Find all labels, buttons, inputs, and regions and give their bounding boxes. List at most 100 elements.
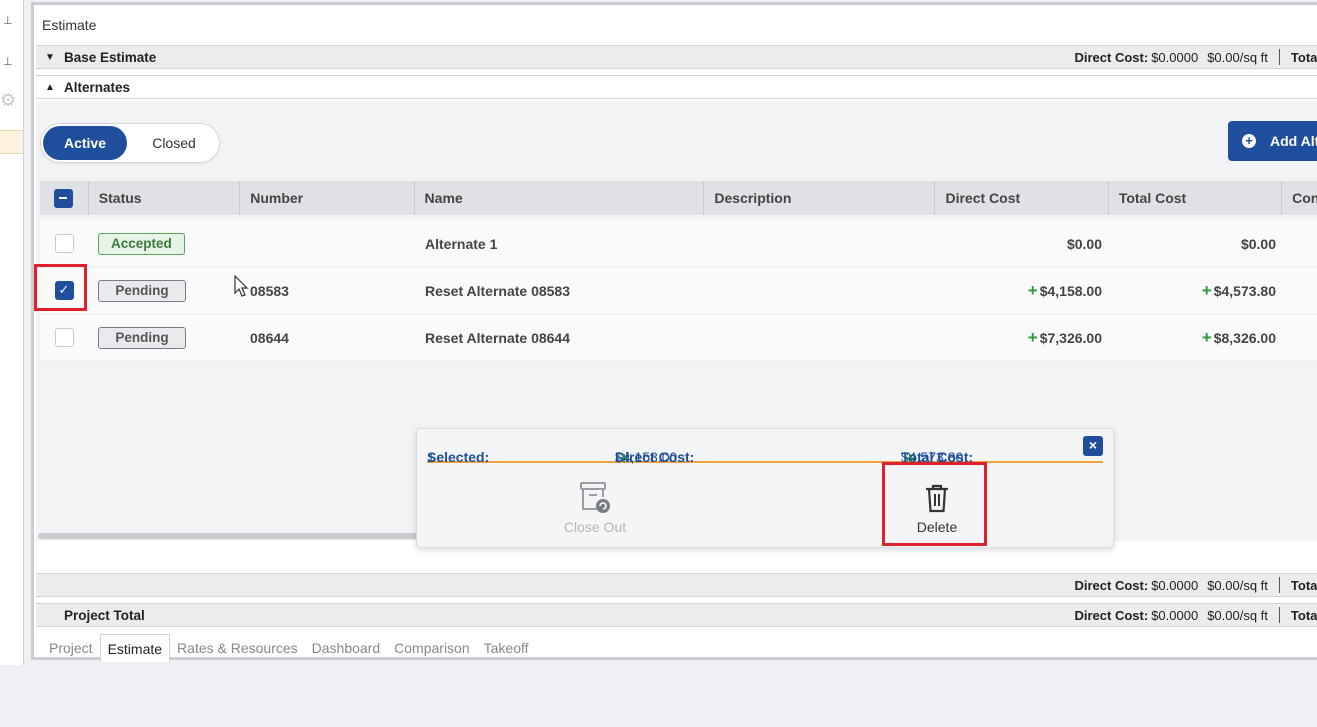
column-header-contingency[interactable]: Con [1281,181,1317,215]
status-badge: Accepted [98,232,185,255]
row-checkbox[interactable] [54,234,74,253]
row-checkbox[interactable] [54,328,74,347]
row-select-cell [40,315,88,360]
status-badge: Pending [98,279,186,302]
bottom-tab-bar: Project Estimate Rates & Resources Dashb… [42,634,536,662]
closed-toggle-button[interactable]: Closed [137,126,211,160]
direct-cost-value: $0.0000 [1151,49,1199,65]
total-label: Total [1290,577,1317,593]
project-total-summary: Direct Cost: $0.0000 $0.00/sq ft Total [1075,607,1317,623]
alternates-bar[interactable]: ▲ Alternates [36,75,1317,99]
tab-project[interactable]: Project [42,634,100,662]
tab-dashboard[interactable]: Dashboard [305,634,388,662]
status-cell: Accepted [88,221,240,266]
column-header-number[interactable]: Number [239,181,413,215]
direct-cost-value: $0.00 [1066,235,1102,252]
active-toggle-button[interactable]: Active [43,126,127,160]
window-title: Estimate [42,17,97,33]
table-row[interactable]: Accepted Alternate 1 $0.00 $0.00 [40,221,1317,267]
highlight-box [34,264,87,311]
close-out-button[interactable]: Close Out [535,481,655,535]
tab-takeoff[interactable]: Takeoff [477,634,536,662]
base-estimate-title: Base Estimate [64,49,157,65]
gear-icon[interactable]: ⚙ [0,90,16,111]
add-alternate-button[interactable]: + Add Alt [1228,121,1317,161]
total-label: Total [1290,49,1317,65]
tab-rates-resources[interactable]: Rates & Resources [170,634,305,662]
direct-cost-value: $0.0000 [1151,607,1199,623]
direct-cost-cell: + $7,326.00 [938,315,1112,360]
left-toolbar: ⊥ ⊥ ⚙ [0,0,24,665]
pin-icon[interactable]: ⊥ [3,55,13,68]
add-alternate-label: Add Alt [1270,133,1317,149]
column-header-status[interactable]: Status [87,181,239,215]
close-out-icon [580,482,610,513]
pin-icon[interactable]: ⊥ [3,14,13,27]
status-toggle: Active Closed [40,123,220,163]
direct-cost-value: $4,158.00 [1039,282,1102,299]
table-row[interactable]: ✓ Pending 08583 Reset Alternate 08583 + $… [40,268,1317,314]
direct-cost-cell: $0.00 [938,221,1112,266]
plus-icon: + [1201,327,1212,347]
plus-icon: + [1027,327,1038,347]
total-cost-value: $4,573.80 [1213,282,1276,299]
base-estimate-bar[interactable]: ▼ Base Estimate Direct Cost: $0.0000 $0.… [36,45,1317,69]
column-header-name[interactable]: Name [413,181,704,215]
total-cost-cell: + $4,573.80 [1112,268,1286,313]
divider [1278,577,1280,593]
per-sqft-value: $0.00/sq ft [1207,607,1268,623]
direct-cost-value: $0.0000 [1151,577,1199,593]
direct-cost-label: Direct Cost: [1074,607,1149,623]
plus-circle-icon: + [1242,134,1256,148]
tab-estimate[interactable]: Estimate [99,634,171,662]
project-total-bar: Project Total Direct Cost: $0.0000 $0.00… [36,603,1317,627]
per-sqft-value: $0.00/sq ft [1207,49,1268,65]
description-cell [706,221,938,266]
highlight-box [882,462,987,546]
name-cell: Alternate 1 [425,235,498,252]
status-cell: Pending [88,315,240,360]
row-select-cell [40,221,88,266]
status-cell: Pending [88,268,240,313]
selection-summary: Selected: 1 Direct Cost: + $4,158.00 Tota… [427,429,1103,468]
base-estimate-summary: Direct Cost: $0.0000 $0.00/sq ft Total [1075,49,1317,65]
plus-icon: + [1027,280,1038,300]
horizontal-scrollbar[interactable] [38,533,428,539]
column-header-total-cost[interactable]: Total Cost [1107,181,1281,215]
divider [1278,49,1280,65]
mouse-cursor-icon [234,275,249,297]
alternates-summary-bar: Direct Cost: $0.0000 $0.00/sq ft Total [36,573,1317,597]
divider [1278,607,1280,623]
tab-comparison[interactable]: Comparison [387,634,476,662]
direct-cost-value: $7,326.00 [1039,329,1102,346]
column-header-direct-cost[interactable]: Direct Cost [934,181,1107,215]
direct-cost-value: $4,158.00 [615,449,678,465]
selection-action-bar: Selected: 1 Direct Cost: + $4,158.00 Tota… [416,428,1114,548]
selected-count: 1 [427,449,435,465]
total-label: Total [1290,607,1317,623]
plus-icon: + [1201,280,1212,300]
close-selection-button[interactable]: × [1083,436,1103,456]
description-cell [706,268,938,313]
total-cost-value: $8,326.00 [1213,329,1276,346]
direct-cost-label: Direct Cost: [1074,49,1149,65]
name-cell: Reset Alternate 08644 [425,329,571,346]
project-total-title: Project Total [64,607,145,623]
direct-cost-cell: + $4,158.00 [938,268,1112,313]
table-row[interactable]: Pending 08644 Reset Alternate 08644 + $7,… [40,315,1317,361]
select-all-checkbox[interactable] [54,188,74,208]
caret-up-icon[interactable]: ▲ [36,82,64,93]
estimate-window: Estimate ▼ Base Estimate Direct Cost: $0… [31,2,1317,662]
alternates-summary: Direct Cost: $0.0000 $0.00/sq ft Total [1075,577,1317,593]
direct-cost-label: Direct Cost: [1074,577,1149,593]
left-highlight [0,130,23,154]
column-header-description[interactable]: Description [703,181,934,215]
description-cell [706,315,938,360]
caret-down-icon[interactable]: ▼ [36,52,64,63]
name-cell: Reset Alternate 08583 [425,282,571,299]
total-cost-cell: + $8,326.00 [1112,315,1286,360]
alternates-title: Alternates [64,79,131,95]
per-sqft-value: $0.00/sq ft [1207,577,1268,593]
number-cell [240,221,415,266]
table-header: Status Number Name Description Direct Co… [40,181,1317,215]
